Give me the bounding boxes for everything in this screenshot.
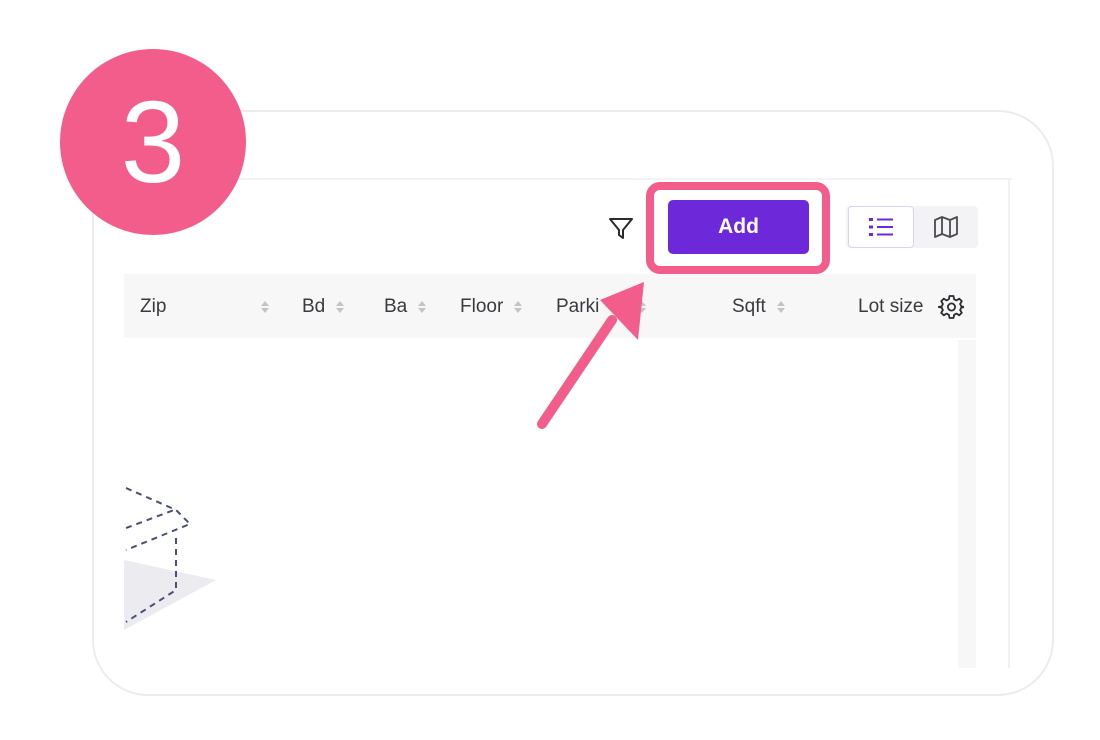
filter-icon[interactable] <box>606 213 636 243</box>
step-badge: 3 <box>60 49 246 235</box>
empty-state-illustration <box>124 480 234 640</box>
panel-top-border <box>124 178 1012 180</box>
step-number: 3 <box>120 77 186 207</box>
column-header-lot-size[interactable]: Lot size <box>858 296 930 318</box>
column-label: Bd <box>302 296 326 317</box>
gear-icon[interactable] <box>937 294 966 320</box>
column-header-zip[interactable]: Zip <box>140 296 176 318</box>
panel-right-border <box>1008 178 1010 668</box>
column-label: Lot size <box>858 296 924 317</box>
list-view-button[interactable] <box>848 206 914 248</box>
sort-icon <box>260 299 270 315</box>
list-icon <box>869 218 893 236</box>
pointer-arrow <box>520 270 660 440</box>
map-view-button[interactable] <box>914 206 978 248</box>
column-header-ba[interactable]: Ba <box>384 296 427 318</box>
column-header-sqft[interactable]: Sqft <box>732 296 786 318</box>
sort-zip[interactable] <box>260 296 270 318</box>
column-label: Sqft <box>732 296 766 317</box>
sort-icon <box>335 299 345 315</box>
column-label: Zip <box>140 296 167 317</box>
vertical-scrollbar[interactable] <box>958 340 976 668</box>
column-label: Floor <box>460 296 504 317</box>
sort-icon <box>417 299 427 315</box>
column-label: Ba <box>384 296 408 317</box>
column-header-bd[interactable]: Bd <box>302 296 345 318</box>
column-header-floor[interactable]: Floor <box>460 296 523 318</box>
map-icon <box>934 216 958 238</box>
add-button[interactable]: Add <box>668 200 809 254</box>
sort-icon <box>776 299 786 315</box>
